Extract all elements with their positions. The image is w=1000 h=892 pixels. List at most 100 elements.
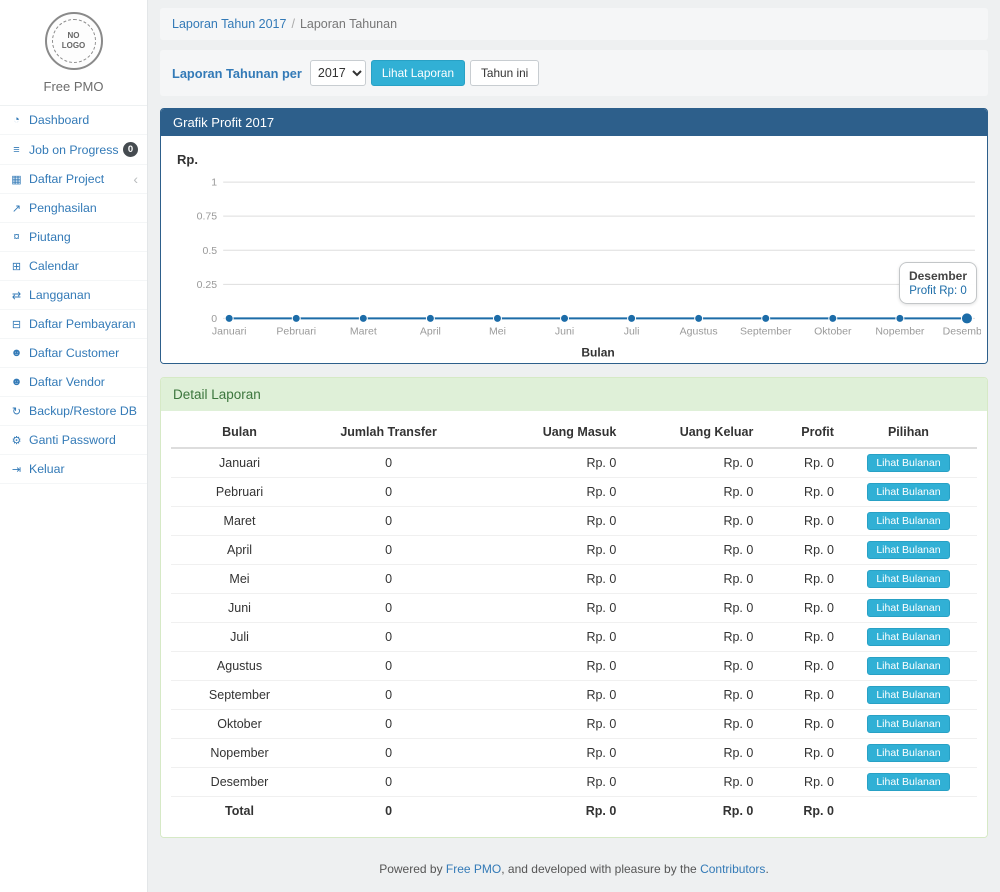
svg-text:Bulan: Bulan (581, 346, 614, 360)
report-row-mei: Mei0Rp. 0Rp. 0Rp. 0Lihat Bulanan (171, 564, 977, 593)
brand-name: Free PMO (0, 79, 147, 94)
bulan-cell: Mei (171, 564, 308, 593)
sidebar-item-keluar[interactable]: ⇥ Keluar (0, 455, 147, 484)
view-monthly-button-desember[interactable]: Lihat Bulanan (867, 773, 949, 791)
chevron-left-icon: ‹ (133, 172, 138, 186)
jumlah-transfer-cell: 0 (308, 506, 469, 535)
svg-text:0.75: 0.75 (197, 211, 218, 223)
view-monthly-button-januari[interactable]: Lihat Bulanan (867, 454, 949, 472)
report-row-april: April0Rp. 0Rp. 0Rp. 0Lihat Bulanan (171, 535, 977, 564)
this-year-button[interactable]: Tahun ini (470, 60, 539, 86)
sidebar-item-label: Daftar Pembayaran (29, 317, 136, 331)
sidebar-item-penghasilan[interactable]: ↗Penghasilan (0, 194, 147, 223)
view-monthly-button-nopember[interactable]: Lihat Bulanan (867, 744, 949, 762)
view-monthly-button-juli[interactable]: Lihat Bulanan (867, 628, 949, 646)
view-monthly-button-pebruari[interactable]: Lihat Bulanan (867, 483, 949, 501)
uang-keluar-cell: Rp. 0 (622, 651, 759, 680)
view-monthly-button-mei[interactable]: Lihat Bulanan (867, 570, 949, 588)
tooltip-month: Desember (909, 269, 967, 283)
uang-keluar-cell: Rp. 0 (622, 448, 759, 478)
column-header-pilihan: Pilihan (840, 417, 977, 448)
filter-label: Laporan Tahunan per (172, 66, 302, 81)
sidebar-item-label: Backup/Restore DB (29, 404, 137, 418)
view-monthly-button-september[interactable]: Lihat Bulanan (867, 686, 949, 704)
dashboard-icon: ◔ (9, 114, 24, 126)
tasks-icon: ≡ (9, 144, 24, 156)
bulan-cell: Juli (171, 622, 308, 651)
view-report-button[interactable]: Lihat Laporan (371, 60, 465, 86)
subscription-icon: ⇄ (9, 289, 24, 302)
svg-text:Juni: Juni (555, 325, 574, 337)
profit-cell: Rp. 0 (759, 593, 840, 622)
footer: Powered by Free PMO, and developed with … (160, 851, 988, 892)
uang-masuk-cell: Rp. 0 (469, 767, 622, 796)
footer-link-contributors[interactable]: Contributors (700, 862, 765, 876)
sidebar-item-label: Daftar Project (29, 172, 104, 186)
view-monthly-button-oktober[interactable]: Lihat Bulanan (867, 715, 949, 733)
svg-text:Mei: Mei (489, 325, 506, 337)
app-root: NO LOGO Free PMO ◔ Dashboard ≡Job on Progr… (0, 0, 1000, 892)
sidebar-item-daftar-vendor[interactable]: ☻Daftar Vendor (0, 368, 147, 397)
profit-cell: Rp. 0 (759, 506, 840, 535)
svg-text:0.5: 0.5 (203, 245, 218, 257)
year-select[interactable]: 2017 (310, 60, 366, 86)
svg-text:Rp.: Rp. (177, 152, 198, 167)
svg-text:Maret: Maret (350, 325, 377, 337)
footer-link-freepmo[interactable]: Free PMO (446, 862, 501, 876)
view-monthly-button-agustus[interactable]: Lihat Bulanan (867, 657, 949, 675)
jumlah-transfer-cell: 0 (308, 680, 469, 709)
sidebar-item-job-on-progress[interactable]: ≡Job on Progress0 (0, 135, 147, 165)
sidebar-item-daftar-pembayaran[interactable]: ⊟ Daftar Pembayaran (0, 310, 147, 339)
jumlah-transfer-cell: 0 (308, 767, 469, 796)
view-monthly-button-april[interactable]: Lihat Bulanan (867, 541, 949, 559)
sidebar-item-dashboard[interactable]: ◔ Dashboard (0, 106, 147, 135)
uang-masuk-cell: Rp. 0 (469, 448, 622, 478)
bulan-cell: Pebruari (171, 477, 308, 506)
jumlah-transfer-cell: 0 (308, 709, 469, 738)
breadcrumb-link-year-report[interactable]: Laporan Tahun 2017 (172, 17, 286, 31)
brand: NO LOGO Free PMO (0, 0, 147, 106)
profit-cell: Rp. 0 (759, 448, 840, 478)
sidebar-item-label: Dashboard (29, 113, 89, 127)
no-logo-badge: NO LOGO (45, 12, 103, 70)
sidebar-item-calendar[interactable]: ⊞Calendar (0, 252, 147, 281)
uang-keluar-cell: Rp. 0 (622, 535, 759, 564)
customers-icon: ☻ (9, 347, 24, 359)
sidebar-item-ganti-password[interactable]: ⚙Ganti Password (0, 426, 147, 455)
profit-cell: Rp. 0 (759, 738, 840, 767)
action-cell: Lihat Bulanan (840, 593, 977, 622)
sidebar-item-daftar-project[interactable]: ▦ Daftar Project ‹ (0, 165, 147, 194)
sidebar-menu: ◔ Dashboard ≡Job on Progress0 ▦ Daftar Proje… (0, 106, 147, 484)
detail-body: BulanJumlah TransferUang MasukUang Kelua… (161, 411, 987, 837)
view-monthly-button-juni[interactable]: Lihat Bulanan (867, 599, 949, 617)
report-row-juli: Juli0Rp. 0Rp. 0Rp. 0Lihat Bulanan (171, 622, 977, 651)
sidebar-item-daftar-customer[interactable]: ☻Daftar Customer (0, 339, 147, 368)
svg-text:0.25: 0.25 (197, 279, 218, 291)
action-cell: Lihat Bulanan (840, 622, 977, 651)
svg-text:April: April (420, 325, 441, 337)
calendar-icon: ⊞ (9, 260, 24, 273)
jumlah-transfer-cell: 0 (308, 738, 469, 767)
report-table: BulanJumlah TransferUang MasukUang Kelua… (171, 417, 977, 823)
logout-icon: ⇥ (9, 463, 24, 476)
sidebar-item-piutang[interactable]: ¤Piutang (0, 223, 147, 252)
footer-text: . (765, 862, 768, 876)
uang-keluar-cell: Rp. 0 (622, 506, 759, 535)
uang-masuk-cell: Rp. 0 (469, 709, 622, 738)
uang-keluar-cell: Rp. 0 (622, 709, 759, 738)
jumlah-transfer-cell: 0 (308, 535, 469, 564)
sidebar-item-langganan[interactable]: ⇄Langganan (0, 281, 147, 310)
main-content: Laporan Tahun 2017/Laporan Tahunan Lapor… (148, 0, 1000, 892)
sidebar-item-backup-restore-db[interactable]: ↻Backup/Restore DB (0, 397, 147, 426)
sidebar-item-label: Keluar (29, 462, 65, 476)
action-cell: Lihat Bulanan (840, 680, 977, 709)
table-icon: ▦ (9, 173, 24, 186)
view-monthly-button-maret[interactable]: Lihat Bulanan (867, 512, 949, 530)
column-header-uang-masuk: Uang Masuk (469, 417, 622, 448)
jumlah-transfer-cell: 0 (308, 593, 469, 622)
uang-masuk-cell: Rp. 0 (469, 506, 622, 535)
profit-cell: Rp. 0 (759, 680, 840, 709)
jumlah-transfer-cell: 0 (308, 448, 469, 478)
breadcrumb-separator: / (291, 17, 294, 31)
payment-icon: ⊟ (9, 318, 24, 331)
